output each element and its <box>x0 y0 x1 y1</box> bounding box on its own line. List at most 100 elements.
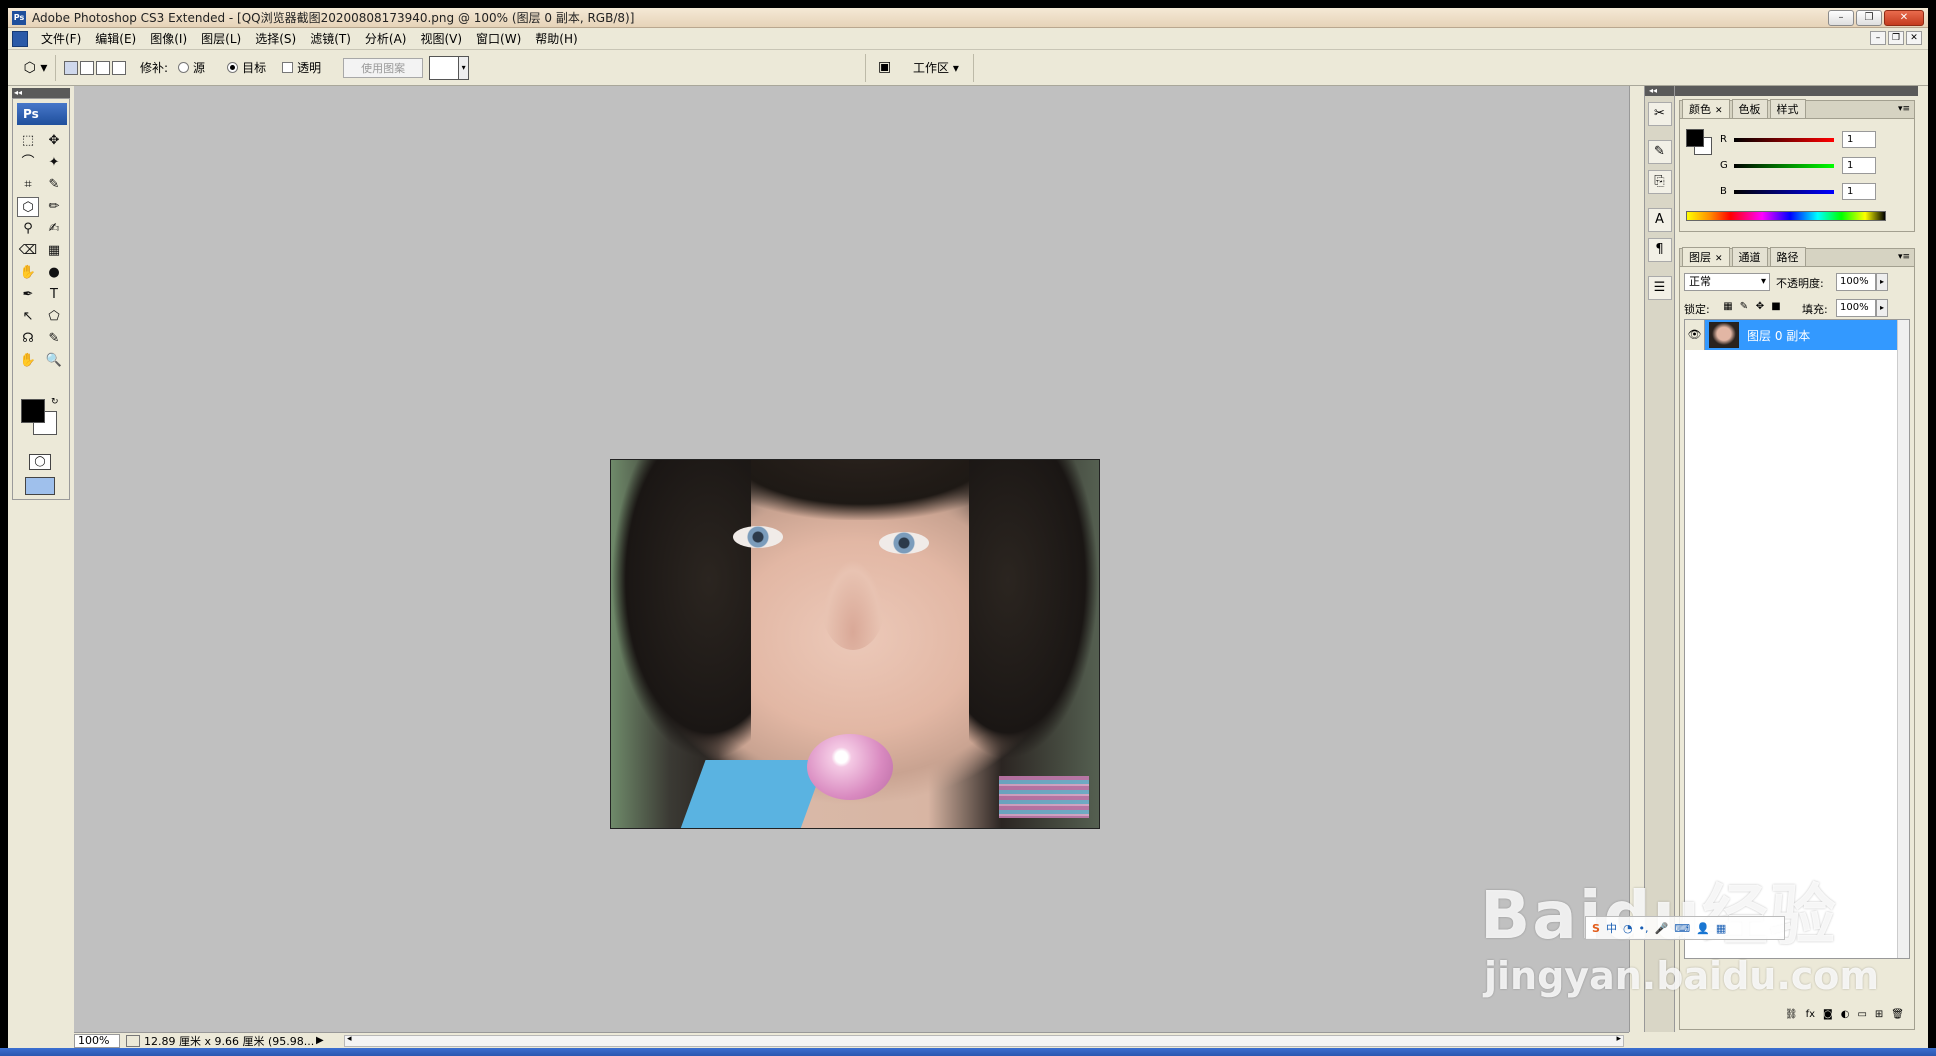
adjustment-layer-icon[interactable]: ◐ <box>1841 1009 1850 1027</box>
layer-style-icon[interactable]: fx <box>1806 1009 1815 1027</box>
swap-colors-icon[interactable]: ↻ <box>51 397 59 407</box>
color-spectrum-bar[interactable] <box>1686 211 1886 221</box>
document-icon[interactable] <box>12 30 28 47</box>
new-group-icon[interactable]: ▭ <box>1857 1009 1866 1027</box>
document-image[interactable] <box>610 459 1100 829</box>
green-slider[interactable] <box>1734 163 1834 168</box>
pattern-dropdown-icon[interactable]: ▾ <box>459 55 470 80</box>
menu-select[interactable]: 选择(S) <box>248 30 303 47</box>
scroll-right-icon[interactable]: ▸ <box>1616 1034 1621 1044</box>
doc-minimize-button[interactable]: – <box>1870 31 1886 45</box>
visibility-eye-icon[interactable]: 👁 <box>1685 320 1705 350</box>
layer-comps-icon[interactable]: ☰ <box>1647 276 1672 300</box>
restore-button[interactable]: ❐ <box>1856 10 1882 26</box>
ime-fullwidth-icon[interactable]: •, <box>1639 922 1649 935</box>
green-value-field[interactable]: 1 <box>1842 157 1876 174</box>
menu-window[interactable]: 窗口(W) <box>469 30 528 47</box>
status-menu-arrow-icon[interactable]: ▶ <box>316 1035 324 1046</box>
blend-mode-select[interactable]: 正常 <box>1684 273 1770 291</box>
layer-name[interactable]: 图层 0 副本 <box>1747 327 1810 344</box>
screen-mode-icon[interactable] <box>25 477 55 495</box>
shape-tool-icon[interactable]: ⬠ <box>43 307 65 327</box>
close-icon[interactable]: ✕ <box>1715 254 1723 264</box>
red-slider[interactable] <box>1734 137 1834 142</box>
ime-keyboard-icon[interactable]: ⌨ <box>1674 922 1690 935</box>
lock-all-icon[interactable]: ■ <box>1770 301 1782 313</box>
layers-scrollbar[interactable] <box>1897 320 1909 958</box>
marquee-tool-icon[interactable]: ⬚ <box>17 131 39 151</box>
ime-logo-icon[interactable]: S <box>1592 922 1600 935</box>
ime-punct-icon[interactable]: ◔ <box>1623 922 1633 935</box>
dock-collapse-icon[interactable]: ◂◂ <box>1645 86 1674 96</box>
brush-tool-icon[interactable]: ✏ <box>43 197 65 217</box>
intersect-selection-icon[interactable] <box>112 60 126 75</box>
lock-pixels-icon[interactable]: ✎ <box>1738 301 1750 313</box>
use-pattern-button[interactable]: 使用图案 <box>343 57 424 78</box>
transparent-checkbox[interactable]: 透明 <box>282 59 321 76</box>
tab-swatches[interactable]: 色板 <box>1731 99 1768 118</box>
quick-mask-icon[interactable]: ◯ <box>29 454 51 470</box>
crop-tool-icon[interactable]: ⌗ <box>17 175 39 195</box>
close-icon[interactable]: ✕ <box>1715 106 1723 116</box>
tab-color[interactable]: 颜色 ✕ <box>1682 99 1730 118</box>
magic-wand-tool-icon[interactable]: ✦ <box>43 153 65 173</box>
character-icon[interactable]: A <box>1647 208 1672 232</box>
fill-arrow-icon[interactable]: ▸ <box>1876 299 1888 317</box>
type-tool-icon[interactable]: T <box>43 285 65 305</box>
source-radio[interactable]: 源 <box>178 59 205 76</box>
menu-image[interactable]: 图像(I) <box>143 30 194 47</box>
tab-styles[interactable]: 样式 <box>1769 99 1806 118</box>
ime-voice-icon[interactable]: 🎤 <box>1655 922 1669 935</box>
gradient-tool-icon[interactable]: ▦ <box>43 241 65 261</box>
panel-menu-icon[interactable]: ▾≡ <box>1898 104 1910 114</box>
hand-tool-icon[interactable]: ✋ <box>17 351 39 371</box>
history-brush-tool-icon[interactable]: ✍ <box>43 219 65 239</box>
scroll-left-icon[interactable]: ◂ <box>347 1034 352 1044</box>
ime-toolbar[interactable]: S 中 ◔ •, 🎤 ⌨ 👤 ▦ <box>1585 916 1785 940</box>
menu-edit[interactable]: 编辑(E) <box>88 30 143 47</box>
tools-preset-icon[interactable]: ✂ <box>1647 102 1672 126</box>
foreground-color-swatch[interactable] <box>21 399 45 423</box>
horizontal-scrollbar[interactable]: ◂ ▸ <box>344 1034 1624 1047</box>
zoom-tool-icon[interactable]: 🔍 <box>43 351 65 371</box>
blue-value-field[interactable]: 1 <box>1842 183 1876 200</box>
minimize-button[interactable]: – <box>1828 10 1854 26</box>
workspace-menu[interactable]: 工作区 ▾ <box>913 59 959 76</box>
menu-filter[interactable]: 滤镜(T) <box>303 30 358 47</box>
doc-restore-button[interactable]: ❐ <box>1888 31 1904 45</box>
tab-layers[interactable]: 图层 ✕ <box>1682 247 1730 266</box>
eyedropper-tool-icon[interactable]: ✎ <box>43 329 65 349</box>
toolbox-collapse-icon[interactable]: ◂◂ <box>12 88 70 98</box>
menu-help[interactable]: 帮助(H) <box>528 30 584 47</box>
layer-row[interactable]: 👁 图层 0 副本 <box>1685 320 1909 350</box>
new-selection-icon[interactable] <box>64 60 78 75</box>
notes-tool-icon[interactable]: ☊ <box>17 329 39 349</box>
clone-stamp-tool-icon[interactable]: ⚲ <box>17 219 39 239</box>
source-radio-dot[interactable] <box>178 62 190 73</box>
new-layer-icon[interactable]: ⊞ <box>1875 1009 1883 1027</box>
red-value-field[interactable]: 1 <box>1842 131 1876 148</box>
paragraph-icon[interactable]: ¶ <box>1647 238 1672 262</box>
menu-analysis[interactable]: 分析(A) <box>358 30 414 47</box>
close-button[interactable]: ✕ <box>1884 10 1924 26</box>
clone-source-icon[interactable]: ⎘ <box>1647 170 1672 194</box>
zoom-level-field[interactable]: 100% <box>74 1033 120 1048</box>
move-tool-icon[interactable]: ✥ <box>43 131 65 151</box>
ps-logo[interactable]: Ps <box>17 103 67 125</box>
pen-tool-icon[interactable]: ✒ <box>17 285 39 305</box>
add-selection-icon[interactable] <box>80 60 94 75</box>
tab-paths[interactable]: 路径 <box>1769 247 1806 266</box>
subtract-selection-icon[interactable] <box>96 60 110 75</box>
doc-close-button[interactable]: ✕ <box>1906 31 1922 45</box>
blur-tool-icon[interactable]: ✋ <box>17 263 39 283</box>
eraser-tool-icon[interactable]: ⌫ <box>17 241 39 261</box>
pattern-swatch[interactable] <box>429 55 460 80</box>
brushes-icon[interactable]: ✎ <box>1647 140 1672 164</box>
opacity-field[interactable]: 100% <box>1836 273 1876 291</box>
status-info-icon[interactable] <box>126 1034 140 1047</box>
fill-field[interactable]: 100% <box>1836 299 1876 317</box>
tab-channels[interactable]: 通道 <box>1731 247 1768 266</box>
ime-user-icon[interactable]: 👤 <box>1696 922 1710 935</box>
lasso-tool-icon[interactable]: ⌒ <box>17 153 39 173</box>
menu-view[interactable]: 视图(V) <box>413 30 469 47</box>
